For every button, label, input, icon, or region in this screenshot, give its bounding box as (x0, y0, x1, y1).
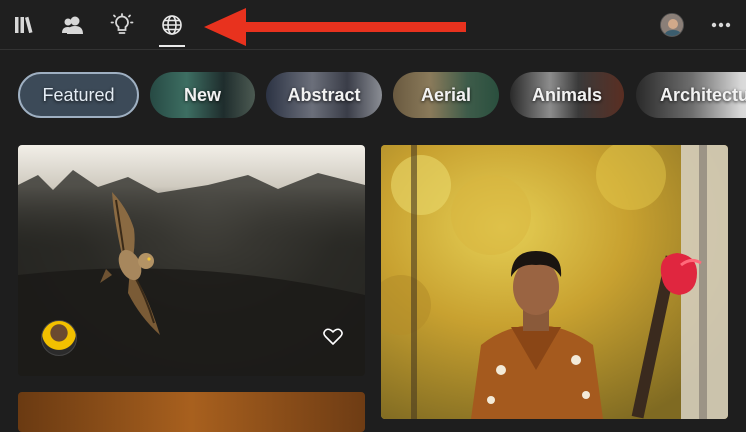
photographer-avatar[interactable] (41, 320, 77, 356)
globe-icon[interactable] (157, 10, 187, 47)
chip-label: Architecture (660, 84, 746, 105)
chip-animals[interactable]: Animals (510, 72, 624, 118)
chip-label: Abstract (287, 84, 361, 105)
top-nav-bar (0, 0, 746, 50)
user-avatar[interactable] (660, 13, 684, 37)
photo-card-next[interactable] (18, 392, 365, 432)
annotation-arrow (204, 8, 466, 46)
portrait-photo (381, 145, 728, 419)
chip-label: Aerial (420, 84, 472, 105)
chip-architecture[interactable]: Architecture (636, 72, 746, 118)
chip-label: New (183, 84, 221, 105)
chip-aerial[interactable]: Aerial (393, 72, 499, 118)
category-chips: Featured New Abstract Aerial Animals Arc… (0, 72, 746, 118)
library-icon[interactable] (10, 10, 40, 40)
chip-featured[interactable]: Featured (18, 72, 139, 118)
lightbulb-icon[interactable] (107, 10, 137, 40)
chip-label: Featured (42, 84, 115, 105)
people-icon[interactable] (58, 10, 88, 40)
photo-card-portrait[interactable] (381, 145, 728, 419)
chip-abstract[interactable]: Abstract (266, 72, 382, 118)
chip-new[interactable]: New (150, 72, 255, 118)
heart-icon[interactable] (323, 328, 343, 351)
more-icon[interactable] (708, 12, 734, 38)
photo-card-owl[interactable] (18, 145, 365, 376)
chip-label: Animals (531, 84, 603, 105)
